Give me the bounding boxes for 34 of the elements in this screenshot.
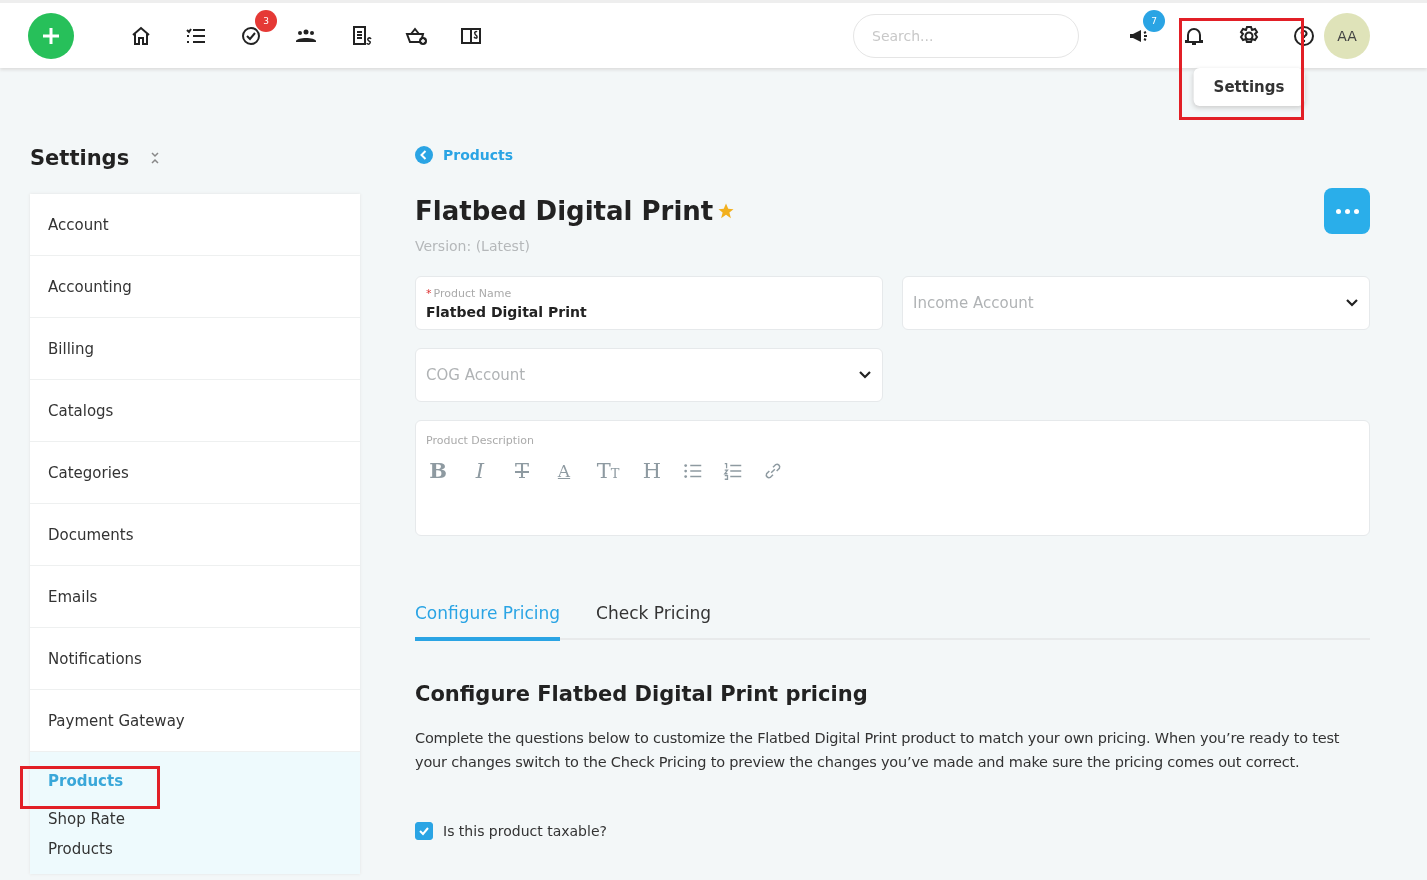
version-label: Version: (Latest) — [415, 238, 531, 254]
star-icon[interactable] — [717, 202, 736, 220]
sidebar-item[interactable]: Catalogs — [30, 380, 360, 442]
sidebar-item[interactable]: Documents — [30, 504, 360, 566]
help-icon[interactable] — [1292, 23, 1316, 48]
sidebar-item[interactable]: Accounting — [30, 256, 360, 318]
back-icon[interactable] — [415, 146, 433, 164]
required-mark: * — [426, 286, 432, 300]
field-label: Product Name — [433, 286, 512, 300]
tab[interactable]: Check Pricing — [596, 602, 712, 641]
section-title: Configure Flatbed Digital Print pricing — [415, 682, 869, 706]
chevron-down-icon — [858, 370, 872, 380]
checkbox[interactable] — [415, 822, 433, 840]
chevron-down-icon — [1345, 298, 1359, 308]
sidebar-item[interactable]: Payment Gateway — [30, 690, 360, 752]
sidebar-item[interactable]: Categories — [30, 442, 360, 504]
field-value: Flatbed Digital Print — [426, 303, 588, 320]
product-name-field[interactable]: * Product Name Flatbed Digital Print — [415, 276, 883, 330]
page-title: Flatbed Digital Print — [415, 196, 714, 226]
section-description: Complete the questions below to customize the Flatbed Digital Print product to match your own pricing. When you’re ready to test your changes switch to the Check Pricing to preview the changes you’ve made and make sure the pricing comes out correct. — [415, 729, 1341, 772]
sidebar-item[interactable]: Notifications — [30, 628, 360, 690]
count-badge: 7 — [1143, 9, 1165, 32]
checkmark-icon — [418, 825, 430, 837]
sidebar-subitem[interactable]: Products — [30, 834, 360, 864]
field-label: Product Description — [426, 434, 534, 447]
sidebar-item[interactable]: Billing — [30, 318, 360, 380]
count-badge: 3 — [255, 9, 277, 32]
sidebar-subitem[interactable]: Shop Rate — [30, 804, 360, 834]
sidebar-item[interactable]: Emails — [30, 566, 360, 628]
avatar[interactable]: AA — [1324, 12, 1370, 59]
sidebar-item[interactable]: Account — [30, 194, 360, 256]
sidebar-title: Settings — [30, 146, 130, 170]
collapse-icon[interactable] — [149, 151, 162, 165]
checkbox-label: Is this product taxable? — [443, 823, 607, 839]
